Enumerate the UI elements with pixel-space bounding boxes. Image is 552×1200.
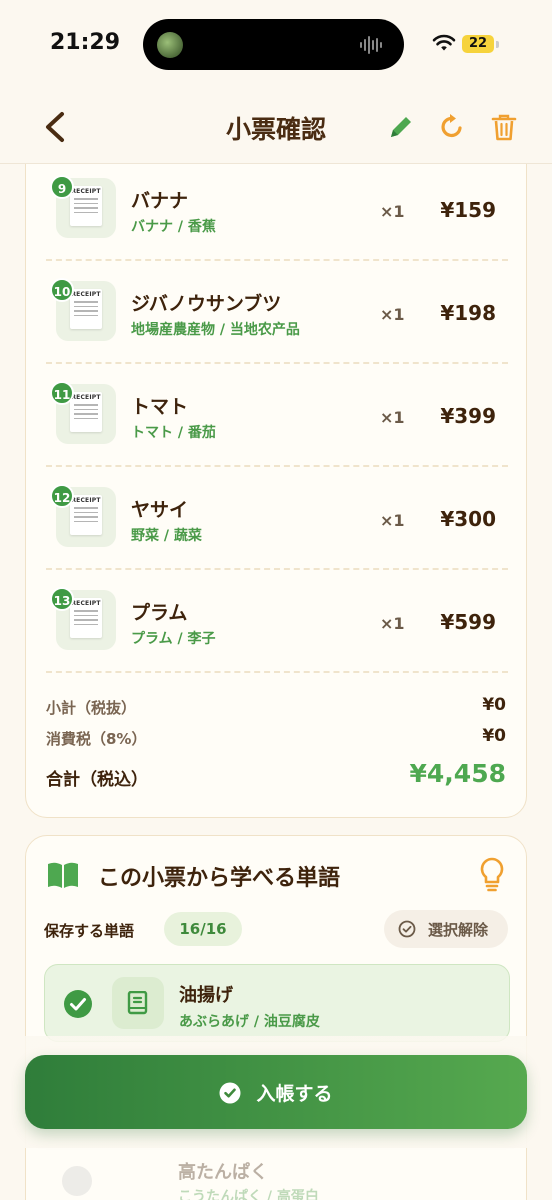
receipt-item-row[interactable]: RECEIPT 9 バナナ バナナ / 香蕉 ×1 ¥159 [26, 158, 526, 261]
selected-count-badge: 16/16 [164, 912, 242, 946]
vocab-reading: こうたんぱく / 高蛋白 [178, 1189, 319, 1200]
total-label: 合計（税込） [46, 770, 148, 790]
item-translation: バナナ / 香蕉 [131, 219, 216, 235]
item-quantity: ×1 [380, 511, 405, 530]
vocab-word: 高たんぱく [178, 1162, 268, 1183]
item-name: バナナ [131, 190, 189, 212]
vocab-word-row[interactable]: 油揚げ あぶらあげ / 油豆腐皮 [44, 964, 510, 1042]
receipt-paper-icon: RECEIPT [70, 598, 102, 638]
now-playing-artwork [157, 32, 183, 58]
deselect-all-label: 選択解除 [428, 921, 489, 939]
receipt-paper-icon: RECEIPT [70, 495, 102, 535]
submit-entry-button[interactable]: 入帳する [25, 1055, 527, 1129]
item-name: ジバノウサンブツ [131, 293, 282, 315]
dashed-divider [46, 671, 508, 673]
item-price: ¥300 [440, 507, 496, 531]
item-index-badge: 12 [50, 484, 74, 508]
save-words-label: 保存する単語 [44, 922, 135, 940]
battery-indicator: 22 [462, 35, 494, 53]
item-translation: 地場産農産物 / 当地农产品 [131, 322, 300, 338]
edit-pencil-icon[interactable] [386, 112, 416, 142]
page-title: 小票確認 [225, 115, 326, 144]
lightbulb-icon[interactable] [478, 856, 506, 894]
item-price: ¥198 [440, 301, 496, 325]
tax-label: 消費税（8%） [46, 730, 147, 748]
battery-tip [496, 41, 499, 48]
app-header: 小票確認 [0, 90, 552, 164]
checked-circle-icon[interactable] [62, 1166, 92, 1196]
item-translation: プラム / 李子 [131, 631, 216, 647]
wifi-icon [432, 34, 456, 51]
subtotal-label: 小計（税抜） [46, 699, 137, 717]
tax-value: ¥0 [482, 726, 506, 746]
item-price: ¥599 [440, 610, 496, 634]
item-index-badge: 9 [50, 175, 74, 199]
receipt-paper-icon: RECEIPT [70, 186, 102, 226]
dictionary-icon-box [112, 977, 164, 1029]
refresh-icon[interactable] [437, 112, 467, 142]
item-quantity: ×1 [380, 614, 405, 633]
vocab-reading: あぶらあげ / 油豆腐皮 [179, 1014, 320, 1030]
dictionary-book-icon [127, 991, 148, 1015]
item-name: ヤサイ [131, 499, 189, 521]
item-quantity: ×1 [380, 408, 405, 427]
receipt-paper-icon: RECEIPT [70, 289, 102, 329]
total-value: ¥4,458 [409, 759, 506, 788]
trash-icon[interactable] [489, 112, 519, 142]
item-quantity: ×1 [380, 202, 405, 221]
receipt-card: RECEIPT 9 バナナ バナナ / 香蕉 ×1 ¥159 RECEIPT 1… [25, 130, 527, 818]
item-translation: トマト / 番茄 [131, 425, 216, 441]
vocab-word: 油揚げ [179, 985, 233, 1006]
vocab-section-title: この小票から学べる単語 [98, 866, 341, 891]
item-index-badge: 11 [50, 381, 74, 405]
item-price: ¥159 [440, 198, 496, 222]
check-circle-outline-icon [398, 920, 416, 938]
item-translation: 野菜 / 蔬菜 [131, 528, 202, 544]
receipt-item-row[interactable]: RECEIPT 10 ジバノウサンブツ 地場産農産物 / 当地农产品 ×1 ¥1… [26, 261, 526, 364]
deselect-all-button[interactable]: 選択解除 [384, 910, 508, 948]
vocab-word-row[interactable]: 高たんぱく こうたんぱく / 高蛋白 [44, 1146, 510, 1200]
checked-circle-icon[interactable] [63, 989, 93, 1019]
dynamic-island [143, 19, 404, 70]
item-name: プラム [131, 602, 188, 624]
receipt-item-row[interactable]: RECEIPT 12 ヤサイ 野菜 / 蔬菜 ×1 ¥300 [26, 467, 526, 570]
submit-entry-label: 入帳する [256, 1083, 333, 1105]
audio-waveform-icon [360, 35, 386, 55]
item-quantity: ×1 [380, 305, 405, 324]
check-circle-icon [219, 1082, 241, 1103]
item-index-badge: 13 [50, 587, 74, 611]
receipt-paper-icon: RECEIPT [70, 392, 102, 432]
status-bar: 21:29 22 [0, 0, 552, 90]
item-name: トマト [131, 396, 189, 418]
item-price: ¥399 [440, 404, 496, 428]
status-time: 21:29 [50, 30, 121, 55]
open-book-icon [48, 862, 78, 888]
item-index-badge: 10 [50, 278, 74, 302]
receipt-item-row[interactable]: RECEIPT 11 トマト トマト / 番茄 ×1 ¥399 [26, 364, 526, 467]
subtotal-value: ¥0 [482, 695, 506, 715]
receipt-item-row[interactable]: RECEIPT 13 プラム プラム / 李子 ×1 ¥599 [26, 570, 526, 673]
